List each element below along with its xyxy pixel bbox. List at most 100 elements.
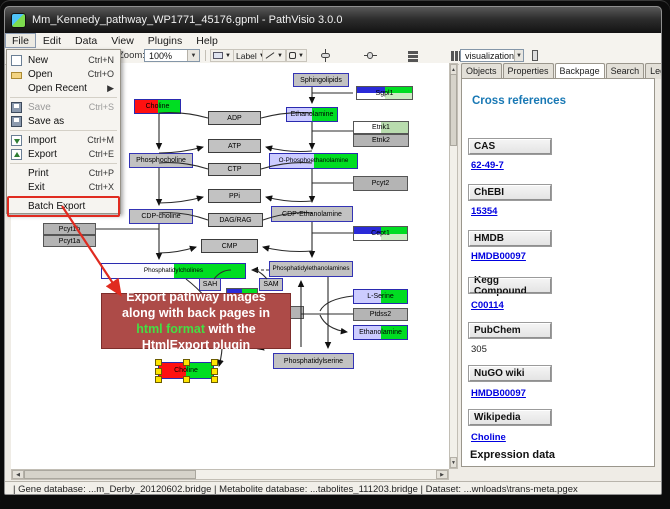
node-label: CDP-choline — [141, 213, 180, 220]
scroll-right-icon[interactable]: ▶ — [436, 470, 448, 479]
chevron-down-icon[interactable]: ▼ — [514, 50, 523, 61]
xref-section-pubchem: PubChem — [469, 323, 551, 338]
selection-handle[interactable] — [211, 368, 218, 375]
menu-item-new[interactable]: NewCtrl+N — [7, 53, 120, 67]
menu-shortcut: Ctrl+X — [89, 182, 114, 192]
menu-item-label: Save as — [28, 116, 114, 127]
menu-item-import[interactable]: ImportCtrl+M — [7, 133, 120, 147]
menubar-item-edit[interactable]: Edit — [36, 33, 68, 48]
node-label: SAM — [263, 281, 278, 288]
save-disk-icon — [11, 116, 22, 127]
horizontal-scrollbar[interactable]: ◀ ▶ — [11, 469, 449, 480]
scroll-left-icon[interactable]: ◀ — [12, 470, 24, 479]
chevron-down-icon: ▼ — [225, 53, 231, 59]
menu-item-label: Batch Export — [28, 201, 114, 212]
menu-item-label: Import — [28, 135, 87, 146]
node-label: Phosphatidylcholines — [144, 268, 203, 274]
node-label: Pcyt2 — [372, 180, 390, 187]
menu-item-open[interactable]: OpenCtrl+O — [7, 67, 120, 81]
new-doc-icon — [11, 55, 22, 66]
node-label: ATP — [228, 143, 241, 150]
node-label: Pcyt1b — [59, 226, 80, 233]
common-height-icon[interactable] — [528, 49, 542, 62]
menu-shortcut: Ctrl+N — [88, 55, 114, 65]
selection-handle[interactable] — [183, 376, 190, 383]
menubar-item-plugins[interactable]: Plugins — [141, 33, 189, 48]
app-icon — [11, 13, 26, 28]
line-icon — [266, 52, 275, 59]
tab-properties[interactable]: Properties — [503, 63, 554, 79]
selection-handle[interactable] — [155, 376, 162, 383]
menu-item-save[interactable]: SaveCtrl+S — [7, 100, 120, 114]
selection-handle[interactable] — [211, 376, 218, 383]
xref-link-chebi[interactable]: 15354 — [471, 206, 497, 217]
vertical-scrollbar[interactable]: ▲ ▼ — [449, 63, 458, 469]
selection-handle[interactable] — [183, 359, 190, 366]
stack-vertical-icon[interactable] — [406, 49, 420, 62]
chevron-down-icon: ▼ — [277, 53, 283, 59]
horizontal-scroll-thumb[interactable] — [24, 470, 196, 479]
none-icon — [11, 168, 22, 179]
menubar-item-file[interactable]: File — [5, 33, 36, 48]
node-label: Etnk2 — [372, 137, 390, 144]
toolbar-separator — [205, 50, 206, 61]
xref-link-wikipedia[interactable]: Choline — [471, 432, 506, 443]
menu-item-print[interactable]: PrintCtrl+P — [7, 166, 120, 180]
node-label: Cept1 — [371, 230, 390, 237]
menubar-item-view[interactable]: View — [104, 33, 141, 48]
selection-handle[interactable] — [211, 359, 218, 366]
chevron-down-icon[interactable]: ▼ — [187, 50, 199, 61]
node-label: Pcyt1a — [59, 238, 80, 245]
xref-section-nugo-wiki: NuGO wiki — [469, 366, 551, 381]
scroll-down-icon[interactable]: ▼ — [450, 457, 457, 468]
shape-tool-button[interactable]: ▼ — [286, 49, 307, 62]
align-center-y-icon[interactable] — [364, 49, 378, 62]
align-center-x-icon[interactable] — [319, 49, 333, 62]
xref-section-hmdb: HMDB — [469, 231, 551, 246]
tab-objects[interactable]: Objects — [461, 63, 502, 79]
tab-backpage[interactable]: Backpage — [555, 63, 605, 79]
node-label: Sgpl1 — [376, 90, 394, 97]
menu-item-batch-export[interactable]: Batch Export — [7, 199, 120, 213]
menu-item-label: Print — [28, 168, 89, 179]
title-bar[interactable]: Mm_Kennedy_pathway_WP1771_45176.gpml - P… — [5, 7, 661, 33]
menu-shortcut: Ctrl+E — [89, 149, 114, 159]
menu-item-label: New — [28, 55, 88, 66]
zoom-value: 100% — [149, 51, 172, 61]
zoom-combobox[interactable]: 100% ▼ — [144, 49, 200, 62]
menu-shortcut: Ctrl+S — [89, 102, 114, 112]
visualization-combobox[interactable]: visualization ▼ — [460, 49, 524, 62]
xref-link-hmdb[interactable]: HMDB00097 — [471, 251, 526, 262]
node-label: Choline — [146, 103, 170, 110]
node-label: O-Phosphoethanolamine — [279, 158, 349, 164]
datanode-tool-button[interactable]: ▼ — [210, 49, 234, 62]
selection-handle[interactable] — [155, 359, 162, 366]
menu-item-exit[interactable]: ExitCtrl+X — [7, 180, 120, 194]
annotation-callout: Export pathway images along with back pa… — [101, 293, 291, 349]
import-arrow-icon — [11, 135, 22, 146]
menubar-item-help[interactable]: Help — [189, 33, 225, 48]
save-disk-icon — [11, 102, 22, 113]
expression-data-heading: Expression data — [470, 449, 555, 461]
xref-section-wikipedia: Wikipedia — [469, 410, 551, 425]
menu-item-save-as[interactable]: Save as — [7, 114, 120, 128]
node-label: Ethanolamine — [291, 111, 334, 118]
xref-section-cas: CAS — [469, 139, 551, 154]
node-label: SAH — [203, 281, 217, 288]
xref-link-kegg-compound[interactable]: C00114 — [471, 300, 504, 311]
menu-item-export[interactable]: ExportCtrl+E — [7, 147, 120, 161]
tab-legend[interactable]: Legend — [645, 63, 662, 79]
vertical-scroll-thumb[interactable] — [450, 74, 457, 146]
node-label: Ethanolamine — [359, 329, 402, 336]
selection-handle[interactable] — [155, 368, 162, 375]
menu-item-label: Save — [28, 102, 89, 113]
line-tool-button[interactable]: ▼ — [262, 49, 286, 62]
menubar-item-data[interactable]: Data — [68, 33, 104, 48]
xref-link-cas[interactable]: 62-49-7 — [471, 160, 504, 171]
export-arrow-icon — [11, 149, 22, 160]
cross-references-heading: Cross references — [472, 95, 566, 107]
xref-link-nugo-wiki[interactable]: HMDB00097 — [471, 388, 526, 399]
tab-search[interactable]: Search — [606, 63, 645, 79]
menu-item-open-recent[interactable]: Open Recent▶ — [7, 81, 120, 95]
node-label: CMP — [222, 243, 238, 250]
